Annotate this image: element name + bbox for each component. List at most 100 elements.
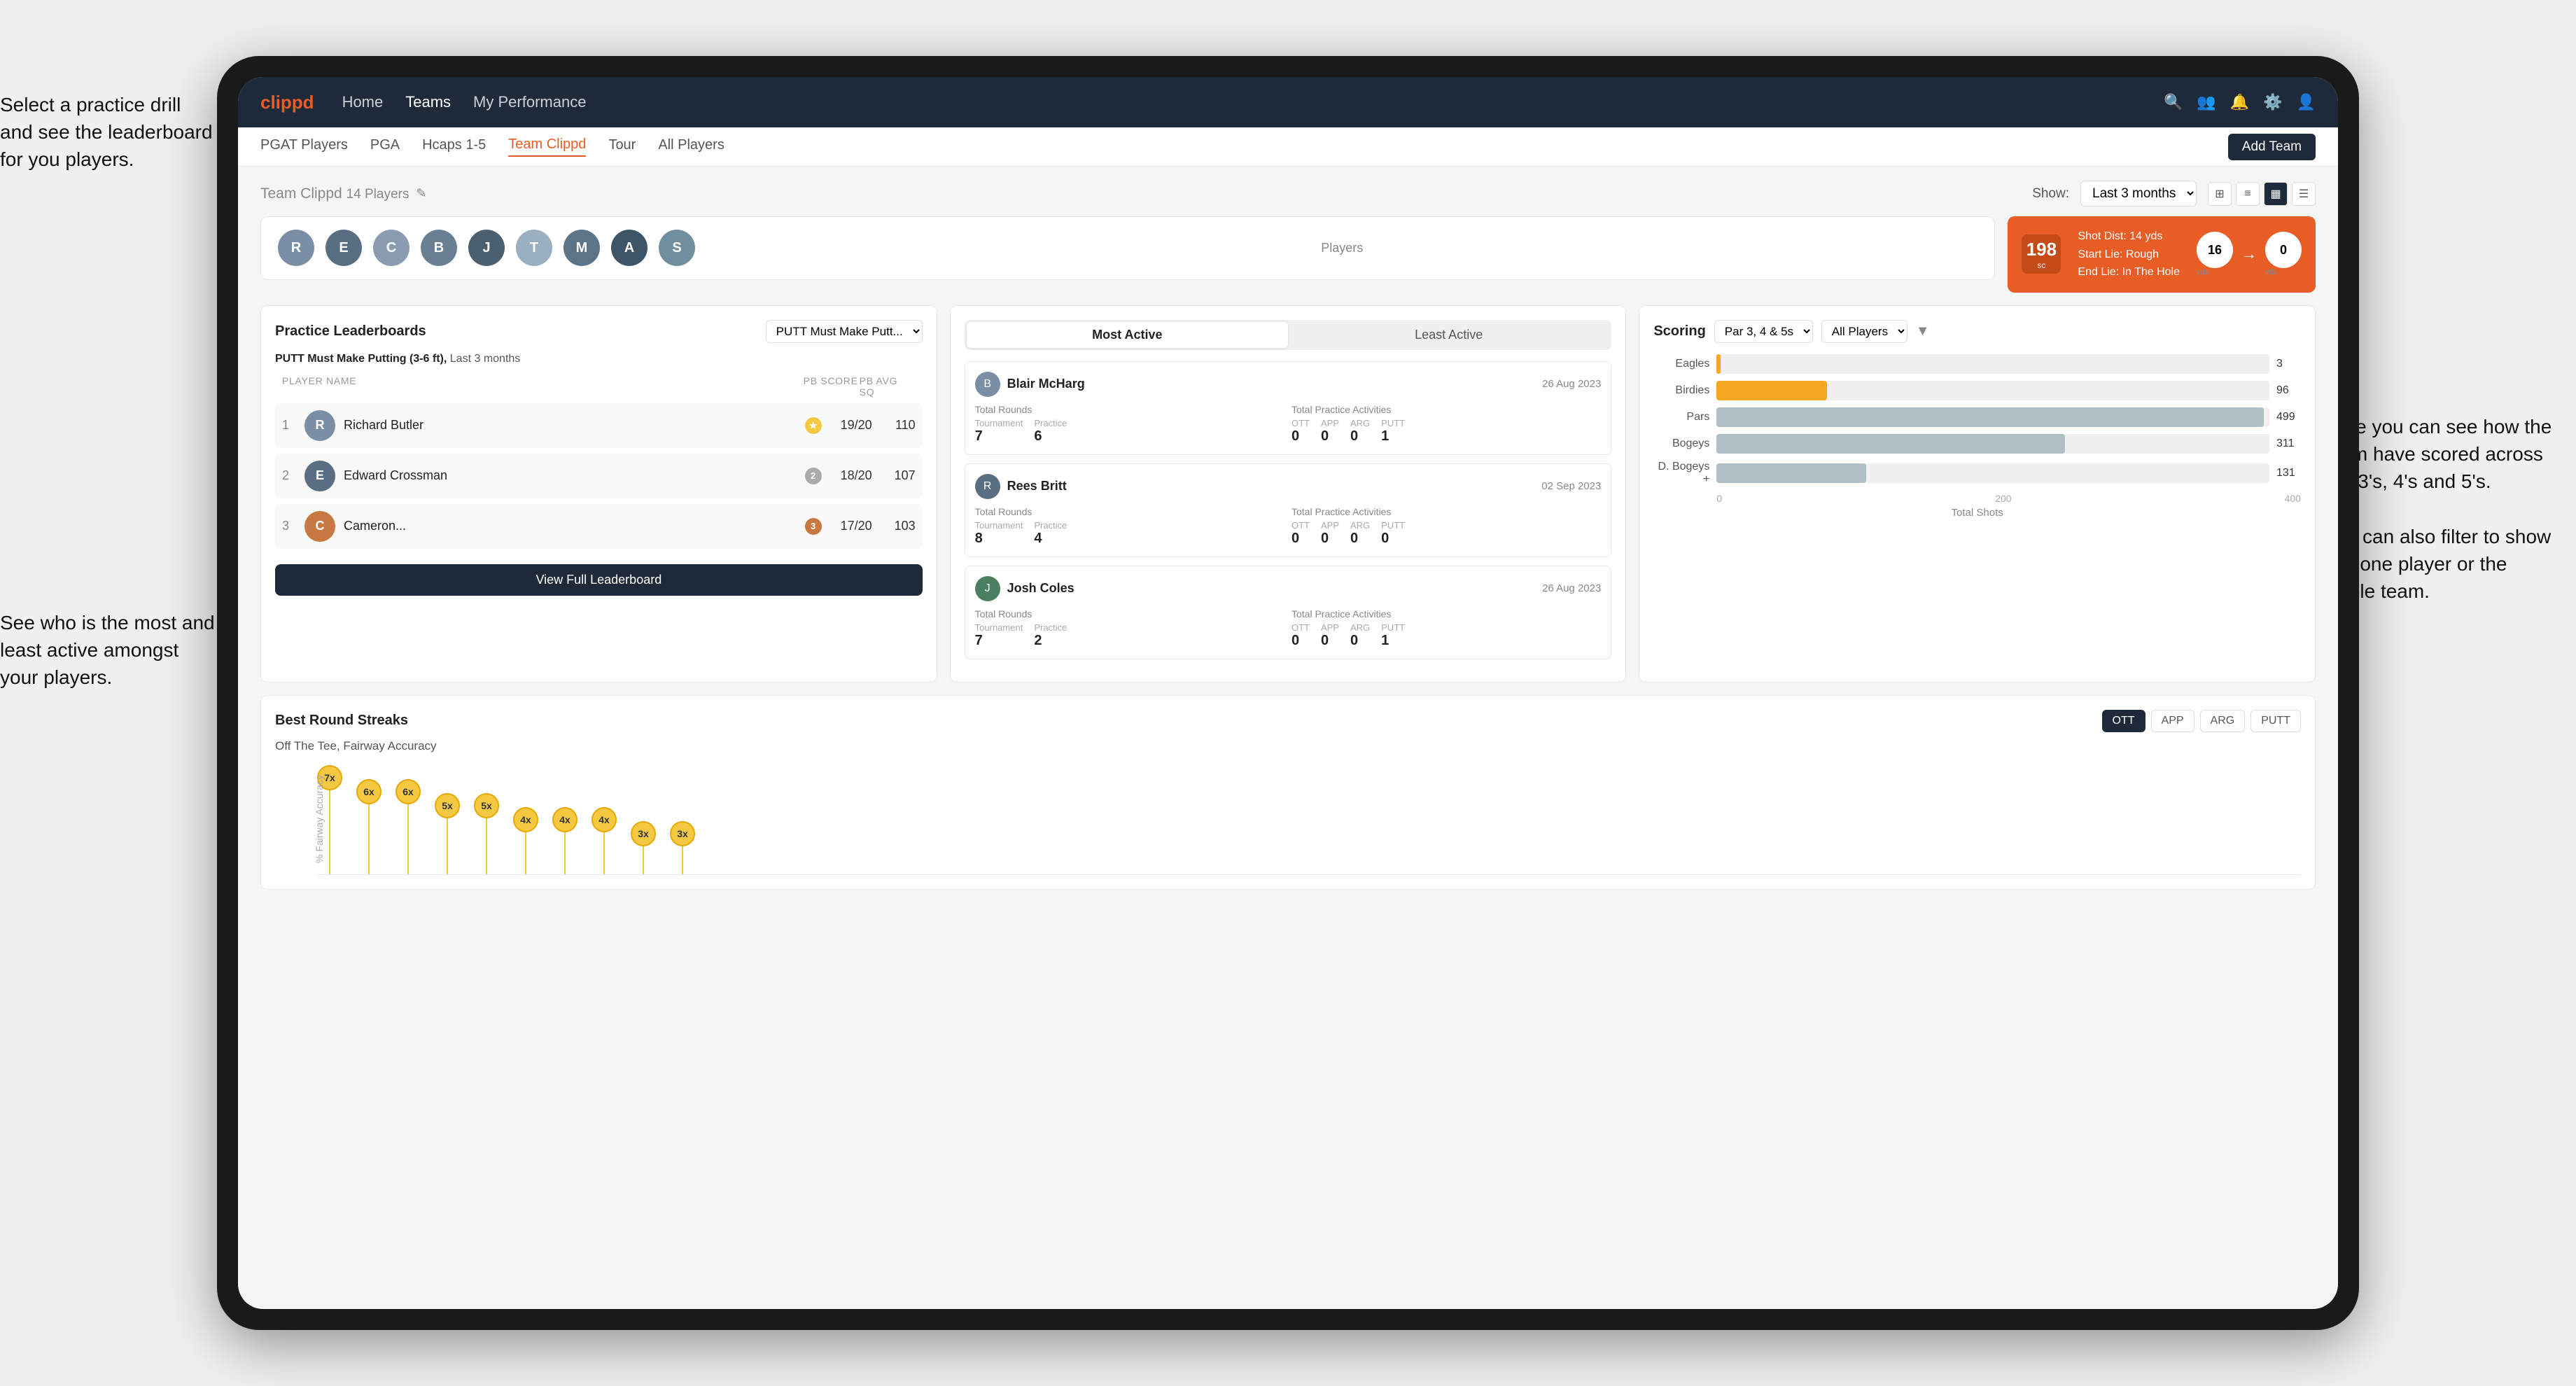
bar-fill-bogeys (1716, 434, 2064, 454)
annotation-top-left: Select a practice drill and see the lead… (0, 91, 217, 174)
practice-leaderboards-panel: Practice Leaderboards PUTT Must Make Put… (260, 305, 937, 682)
show-select[interactable]: Last 3 months (2080, 181, 2197, 206)
lb-score-3: 17/20 (830, 519, 872, 533)
view-card-btn[interactable]: ▦ (2264, 182, 2288, 206)
avatar-4[interactable]: B (421, 230, 457, 266)
tablet-frame: clippd Home Teams My Performance 🔍 👥 🔔 ⚙… (217, 56, 2359, 1330)
bell-icon[interactable]: 🔔 (2230, 93, 2249, 111)
shot-number: 198 sc (2022, 234, 2061, 274)
subnav-team-clippd[interactable]: Team Clippd (508, 136, 586, 157)
par-filter-select[interactable]: Par 3, 4 & 5s (1714, 320, 1813, 343)
scoring-dropdown-icon[interactable]: ▼ (1916, 323, 1930, 340)
nav-link-home[interactable]: Home (342, 93, 384, 111)
people-icon[interactable]: 👥 (2197, 93, 2216, 111)
drill-select[interactable]: PUTT Must Make Putt... (766, 320, 923, 343)
table-header: PLAYER NAME PB SCORE PB AVG SQ (275, 375, 923, 398)
tab-least-active[interactable]: Least Active (1288, 322, 1609, 348)
add-team-button[interactable]: Add Team (2228, 134, 2316, 160)
streaks-panel: Best Round Streaks OTT APP ARG PUTT Off … (260, 695, 2316, 890)
leaderboard-row-1[interactable]: 1 R Richard Butler ★ 19/20 110 (275, 403, 923, 448)
avatar-8[interactable]: A (611, 230, 648, 266)
lollipop-chart: % Fairway Accuracy 7x 6x (275, 763, 2301, 875)
bar-fill-dbogeys (1716, 463, 1865, 483)
lb-name-2: Edward Crossman (344, 468, 797, 483)
tab-most-active[interactable]: Most Active (967, 322, 1288, 348)
leaderboard-row-3[interactable]: 3 C Cameron... 3 17/20 103 (275, 504, 923, 549)
view-detail-btn[interactable]: ☰ (2292, 182, 2316, 206)
streak-tab-arg[interactable]: ARG (2200, 710, 2246, 732)
avatar-7[interactable]: M (564, 230, 600, 266)
subnav-pga[interactable]: PGA (370, 137, 400, 156)
view-grid-btn[interactable]: ⊞ (2208, 182, 2232, 206)
avatar-3[interactable]: C (373, 230, 410, 266)
streaks-title: Best Round Streaks (275, 713, 408, 729)
streak-tab-putt[interactable]: PUTT (2250, 710, 2301, 732)
streaks-subtitle: Off The Tee, Fairway Accuracy (275, 739, 2301, 753)
scoring-panel: Scoring Par 3, 4 & 5s All Players ▼ Eagl… (1639, 305, 2316, 682)
streak-tab-app[interactable]: APP (2151, 710, 2194, 732)
subnav-pgat[interactable]: PGAT Players (260, 137, 348, 156)
search-icon[interactable]: 🔍 (2164, 93, 2183, 111)
nav-link-teams[interactable]: Teams (405, 93, 451, 111)
bar-row-birdies: Birdies 96 (1653, 381, 2301, 400)
players-row: R E C B J T M A S Players (260, 216, 1995, 280)
lb-badge-2: 2 (805, 468, 822, 484)
panel-header-leaderboards: Practice Leaderboards PUTT Must Make Put… (275, 320, 923, 343)
team-header: Team Clippd 14 Players ✎ Show: Last 3 mo… (260, 181, 2316, 206)
shot-arrow: → (2241, 245, 2257, 263)
subnav-hcaps[interactable]: Hcaps 1-5 (422, 137, 486, 156)
apc-date-3: 26 Aug 2023 (1542, 582, 1601, 594)
view-icons: ⊞ ≡ ▦ ☰ (2208, 182, 2316, 206)
leaderboard-subtitle: PUTT Must Make Putting (3-6 ft), Last 3 … (275, 353, 923, 365)
bar-fill-pars (1716, 407, 2264, 427)
player-count: 14 Players (346, 187, 410, 202)
active-tabs: Most Active Least Active (965, 320, 1612, 350)
lollipop-5: 5x (474, 793, 499, 874)
lb-badge-1: ★ (805, 417, 822, 434)
shot-circles: 16 yds → 0 yds (2197, 232, 2302, 276)
lb-badge-3: 3 (805, 518, 822, 535)
apc-name-3: Josh Coles (1007, 581, 1074, 596)
chart-axis: 0 200 400 (1653, 493, 2301, 504)
nav-links: Home Teams My Performance (342, 93, 2164, 111)
streaks-tabs: OTT APP ARG PUTT (2102, 710, 2301, 732)
subnav-tour[interactable]: Tour (608, 137, 636, 156)
shot-details: Shot Dist: 14 yds Start Lie: Rough End L… (2078, 227, 2180, 281)
chart-x-label: Total Shots (1653, 507, 2301, 519)
apc-avatar-1: B (975, 372, 1000, 397)
bar-row-bogeys: Bogeys 311 (1653, 434, 2301, 454)
lollipop-8: 4x (592, 807, 617, 874)
grid-area: Practice Leaderboards PUTT Must Make Put… (260, 305, 2316, 682)
apc-avatar-2: R (975, 474, 1000, 499)
leaderboard-row-2[interactable]: 2 E Edward Crossman 2 18/20 107 (275, 454, 923, 498)
avatar-9[interactable]: S (659, 230, 695, 266)
streak-tab-ott[interactable]: OTT (2102, 710, 2146, 732)
active-player-card-1: B Blair McHarg 26 Aug 2023 Total Rounds … (965, 361, 1612, 455)
avatar-5[interactable]: J (468, 230, 505, 266)
team-title: Team Clippd 14 Players (260, 186, 409, 202)
nav-link-performance[interactable]: My Performance (473, 93, 586, 111)
subnav-all-players[interactable]: All Players (658, 137, 724, 156)
view-full-leaderboard-button[interactable]: View Full Leaderboard (275, 564, 923, 596)
shot-circle-2: 0 (2265, 232, 2302, 268)
edit-icon[interactable]: ✎ (416, 186, 426, 201)
team-controls: Show: Last 3 months ⊞ ≡ ▦ ☰ (2032, 181, 2316, 206)
subnav: PGAT Players PGA Hcaps 1-5 Team Clippd T… (238, 127, 2338, 167)
player-filter-select[interactable]: All Players (1821, 320, 1907, 343)
settings-icon[interactable]: ⚙️ (2263, 93, 2282, 111)
y-axis-label: % Fairway Accuracy (314, 775, 325, 863)
lollipop-7: 4x (552, 807, 578, 874)
apc-practice-1: Total Practice Activities OTT 0 APP 0 (1292, 404, 1601, 444)
avatar-2[interactable]: E (326, 230, 362, 266)
view-list-btn[interactable]: ≡ (2236, 182, 2260, 206)
avatar-1[interactable]: R (278, 230, 314, 266)
navbar: clippd Home Teams My Performance 🔍 👥 🔔 ⚙… (238, 77, 2338, 127)
bar-fill-birdies (1716, 381, 1827, 400)
shot-circle-1: 16 (2197, 232, 2233, 268)
lb-avg-1: 110 (881, 418, 916, 433)
avatar-6[interactable]: T (516, 230, 552, 266)
active-player-card-2: R Rees Britt 02 Sep 2023 Total Rounds To… (965, 463, 1612, 557)
user-icon[interactable]: 👤 (2297, 93, 2316, 111)
lb-name-1: Richard Butler (344, 418, 797, 433)
apc-avatar-3: J (975, 576, 1000, 601)
